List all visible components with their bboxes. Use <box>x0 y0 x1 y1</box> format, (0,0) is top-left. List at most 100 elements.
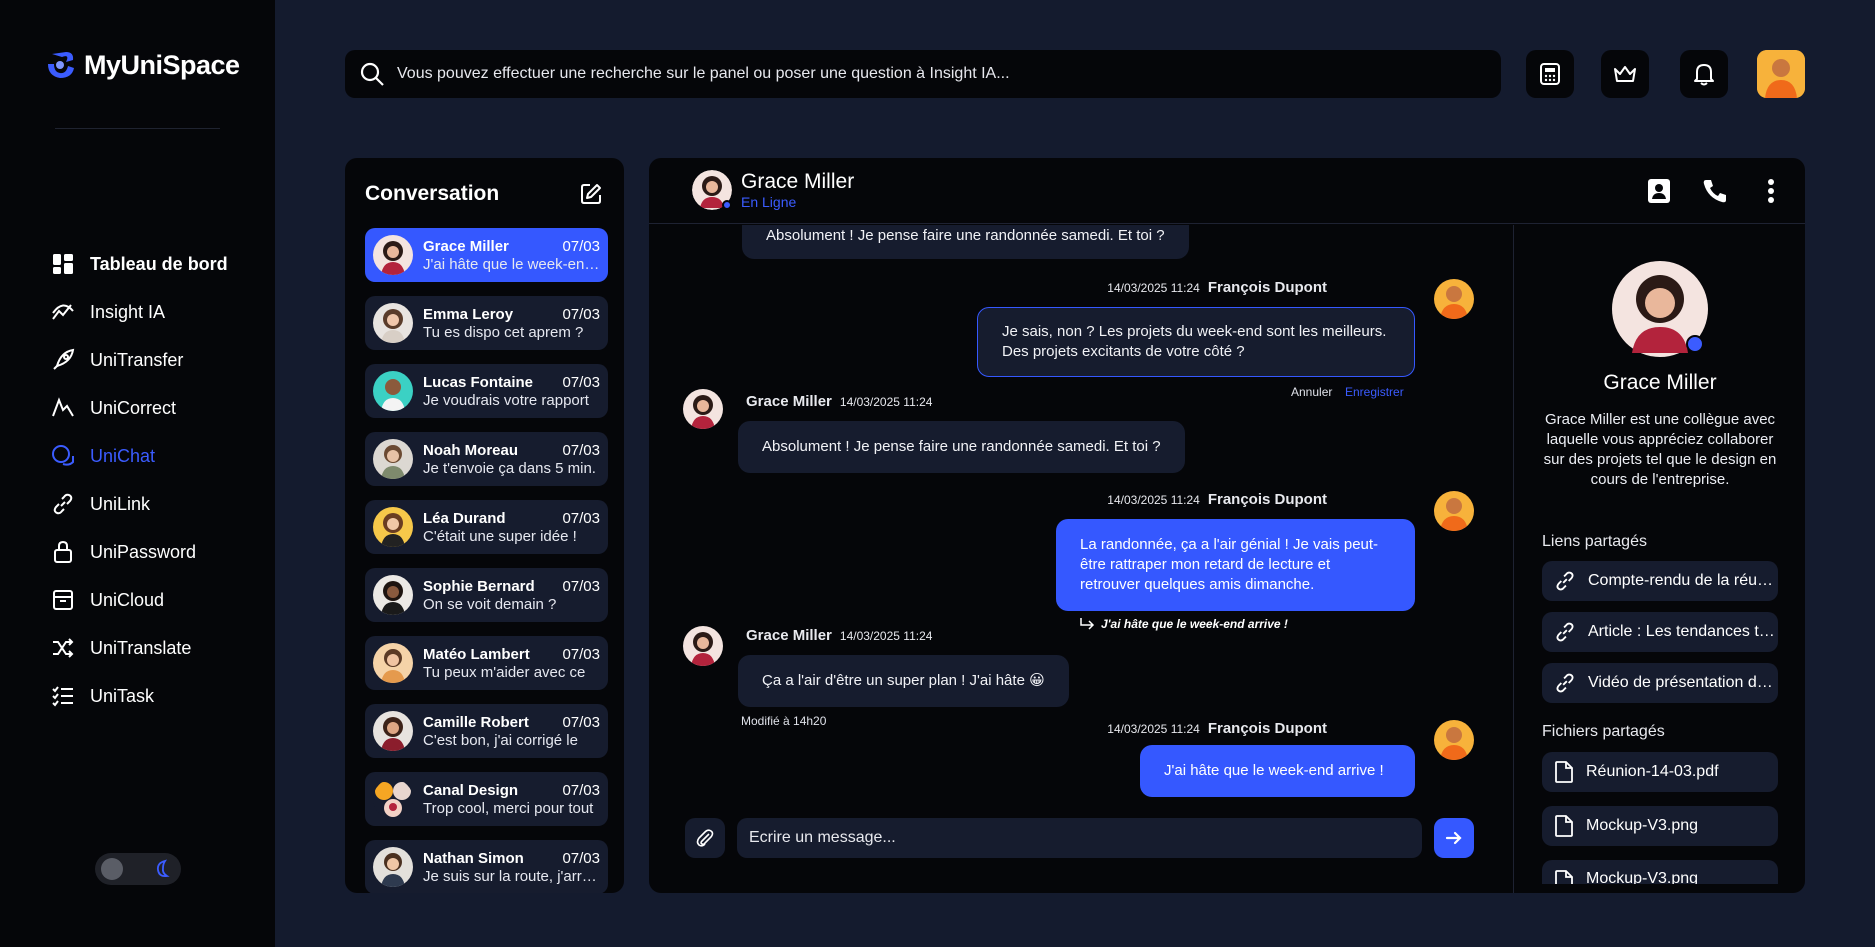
send-button[interactable] <box>1434 818 1474 858</box>
link-label: Article : Les tendances tech <box>1588 623 1778 640</box>
conversation-item[interactable]: Canal Design 07/03 Trop cool, merci pour t… <box>365 772 608 826</box>
chat-panel: Grace Miller En Ligne Absolument ! Je pe… <box>649 158 1805 893</box>
reply-reference[interactable]: J'ai hâte que le week-end arrive ! <box>1079 617 1288 631</box>
contact-card-button[interactable] <box>1645 174 1673 208</box>
message-bubble[interactable]: La randonnée, ça a l'air génial ! Je vai… <box>1056 519 1415 611</box>
nav-label: Tableau de bord <box>90 253 228 274</box>
message-bubble[interactable]: J'ai hâte que le week-end arrive ! <box>1140 745 1415 797</box>
message-input[interactable] <box>737 818 1422 858</box>
conversation-date: 07/03 <box>562 509 600 527</box>
avatar <box>1434 279 1474 319</box>
message-bubble[interactable]: Ça a l'air d'être un super plan ! J'ai h… <box>738 655 1069 707</box>
message-edit-box[interactable]: Je sais, non ? Les projets du week-end s… <box>977 307 1415 377</box>
nav-item-insight[interactable]: Insight IA <box>50 288 228 336</box>
nav-item-unipassword[interactable]: UniPassword <box>50 528 228 576</box>
conversation-preview: On se voit demain ? <box>423 595 557 613</box>
save-edit-button[interactable]: Enregistrer <box>1345 385 1404 399</box>
conversation-item[interactable]: Léa Durand 07/03 C'était une super idée ! <box>365 500 608 554</box>
link-icon <box>1556 673 1574 693</box>
app-name: MyUniSpace <box>84 49 240 80</box>
conversation-preview: Je t'envoie ça dans 5 min. <box>423 459 596 477</box>
shared-link-item[interactable]: Compte-rendu de la réunion <box>1542 561 1778 601</box>
nav-item-unicorrect[interactable]: UniCorrect <box>50 384 228 432</box>
contact-name: Canal Design <box>423 781 519 799</box>
nav-label: UniTask <box>90 685 155 706</box>
file-icon <box>1555 815 1573 837</box>
lock-icon <box>50 539 76 565</box>
more-vertical-icon <box>1768 179 1774 203</box>
shared-file-item[interactable]: Mockup-V3.png <box>1542 860 1778 884</box>
user-avatar[interactable] <box>1757 50 1805 98</box>
conversation-preview: Je voudrais votre rapport <box>423 391 589 409</box>
conversation-item[interactable]: Camille Robert 07/03 C'est bon, j'ai corri… <box>365 704 608 758</box>
conversation-item[interactable]: Lucas Fontaine 07/03 Je voudrais votre rap… <box>365 364 608 418</box>
archive-icon <box>50 587 76 613</box>
message-author: François Dupont <box>1207 720 1327 737</box>
contact-name: Grace Miller <box>423 237 509 255</box>
nav-item-unichat[interactable]: UniChat <box>50 432 228 480</box>
search-bar[interactable]: Vous pouvez effectuer une recherche sur … <box>345 50 1501 98</box>
nav-item-unitransfer[interactable]: UniTransfer <box>50 336 228 384</box>
contact-name: Emma Leroy <box>423 305 514 323</box>
nav-item-unicloud[interactable]: UniCloud <box>50 576 228 624</box>
nav-label: UniLink <box>90 493 151 514</box>
profile-name: Grace Miller <box>1603 371 1717 394</box>
avatar <box>373 711 413 751</box>
nav-item-unitask[interactable]: UniTask <box>50 672 228 720</box>
contact-avatar[interactable] <box>692 170 732 210</box>
theme-toggle[interactable] <box>95 853 181 885</box>
message-time: 14/03/2025 11:24 <box>839 395 933 409</box>
app-logo[interactable]: MyUniSpace <box>44 48 240 82</box>
message-time: 14/03/2025 11:24 <box>839 629 933 643</box>
conversation-date: 07/03 <box>562 713 600 731</box>
shared-file-item[interactable]: Réunion-14-03.pdf <box>1542 752 1778 792</box>
avatar <box>683 389 723 429</box>
message-bubble[interactable]: Absolument ! Je pense faire une randonné… <box>738 421 1185 473</box>
nav-item-dashboard[interactable]: Tableau de bord <box>50 240 228 288</box>
main-nav: Tableau de bord Insight IA UniTransfer U… <box>50 240 228 720</box>
shared-link-item[interactable]: Vidéo de présentation du projet <box>1542 663 1778 703</box>
conversation-item[interactable]: Matéo Lambert 07/03 Tu peux m'aider avec c… <box>365 636 608 690</box>
message-bubble[interactable]: Absolument ! Je pense faire une randonné… <box>742 225 1189 259</box>
conversation-preview: C'est bon, j'ai corrigé le <box>423 731 578 749</box>
contact-name: Noah Moreau <box>423 441 519 459</box>
conversation-item[interactable]: Grace Miller 07/03 J'ai hâte que le week-e… <box>365 228 608 282</box>
conversation-item[interactable]: Nathan Simon 07/03 Je suis sur la route, j… <box>365 840 608 893</box>
calculator-button[interactable] <box>1526 50 1574 98</box>
premium-button[interactable] <box>1601 50 1649 98</box>
avatar <box>373 303 413 343</box>
conversation-date: 07/03 <box>562 373 600 391</box>
edit-icon <box>581 184 601 204</box>
avatar <box>373 371 413 411</box>
call-button[interactable] <box>1701 174 1729 208</box>
arrow-right-icon <box>1445 831 1462 845</box>
conversation-date: 07/03 <box>562 849 600 867</box>
cancel-edit-button[interactable]: Annuler <box>1291 385 1332 399</box>
contact-name: Nathan Simon <box>423 849 524 867</box>
online-indicator <box>722 200 732 210</box>
notifications-button[interactable] <box>1680 50 1728 98</box>
avatar <box>1434 720 1474 760</box>
new-conversation-button[interactable] <box>579 182 603 211</box>
nav-item-unitranslate[interactable]: UniTranslate <box>50 624 228 672</box>
nav-label: UniTransfer <box>90 349 184 370</box>
nav-item-unilink[interactable]: UniLink <box>50 480 228 528</box>
shared-link-item[interactable]: Article : Les tendances tech <box>1542 612 1778 652</box>
calculator-icon <box>1540 63 1560 85</box>
attach-button[interactable] <box>685 818 725 858</box>
nav-label: UniChat <box>90 445 156 466</box>
message-meta: 14/03/2025 11:24 François Dupont <box>1107 279 1327 296</box>
profile-description: Grace Miller est une collègue avec laque… <box>1543 411 1777 488</box>
conversation-date: 07/03 <box>562 645 600 663</box>
nav-label: Insight IA <box>90 301 166 322</box>
conversation-item[interactable]: Sophie Bernard 07/03 On se voit demain ? <box>365 568 608 622</box>
message-meta: Grace Miller 14/03/2025 11:24 <box>738 627 932 644</box>
avatar-image <box>1757 50 1805 98</box>
conversation-date: 07/03 <box>562 441 600 459</box>
more-options-button[interactable] <box>1757 174 1785 208</box>
shared-file-item[interactable]: Mockup-V3.png <box>1542 806 1778 846</box>
nav-label: UniTranslate <box>90 637 192 658</box>
message-text: Ça a l'air d'être un super plan ! J'ai h… <box>762 672 1045 689</box>
conversation-item[interactable]: Emma Leroy 07/03 Tu es dispo cet aprem ? <box>365 296 608 350</box>
conversation-item[interactable]: Noah Moreau 07/03 Je t'envoie ça dans 5 mi… <box>365 432 608 486</box>
